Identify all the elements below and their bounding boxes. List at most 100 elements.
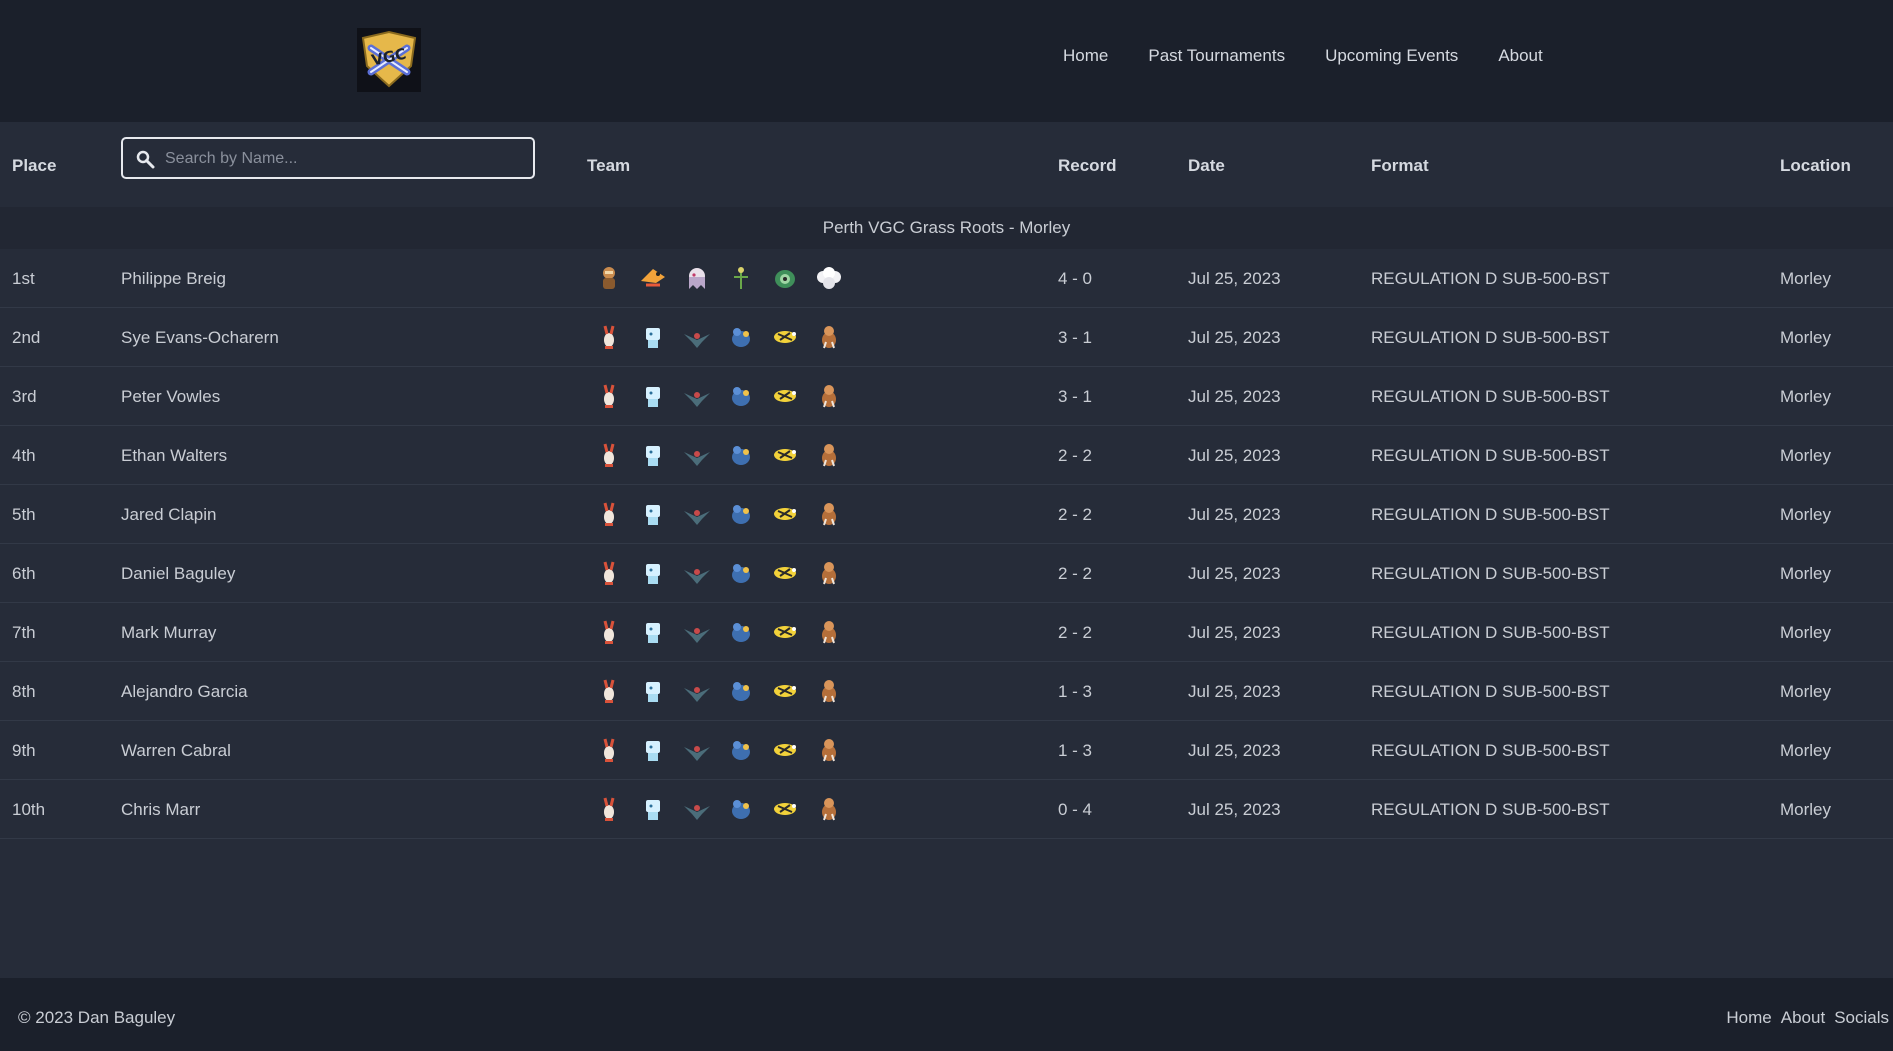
yellow-bee-icon[interactable] <box>770 499 800 529</box>
ice-block-icon[interactable] <box>638 322 668 352</box>
row-place: 4th <box>12 446 36 465</box>
nav-past-tournaments[interactable]: Past Tournaments <box>1148 46 1285 66</box>
row-player-name[interactable]: Ethan Walters <box>121 446 227 466</box>
blue-dragon-icon[interactable] <box>726 558 756 588</box>
footer-link-socials[interactable]: Socials <box>1834 1008 1889 1028</box>
header-place[interactable]: Place <box>12 156 56 176</box>
search-input[interactable] <box>163 145 527 173</box>
row-player-name[interactable]: Daniel Baguley <box>121 564 235 584</box>
table-row[interactable]: 8th Alejandro Garcia 1 - 3 Jul 25, 2023 REGU… <box>0 662 1893 721</box>
brown-beast-icon[interactable] <box>814 558 844 588</box>
steel-bird-icon[interactable] <box>682 735 712 765</box>
row-record: 2 - 2 <box>1058 564 1093 583</box>
nav-home[interactable]: Home <box>1063 46 1108 66</box>
row-player-name[interactable]: Chris Marr <box>121 800 200 820</box>
row-place: 8th <box>12 682 36 701</box>
header-format[interactable]: Format <box>1371 156 1429 176</box>
table-row[interactable]: 7th Mark Murray 2 - 2 Jul 25, 2023 REGULATIO… <box>0 603 1893 662</box>
footer-link-home[interactable]: Home <box>1726 1008 1771 1028</box>
blue-dragon-icon[interactable] <box>726 322 756 352</box>
steel-bird-icon[interactable] <box>682 794 712 824</box>
table-row[interactable]: 10th Chris Marr 0 - 4 Jul 25, 2023 REGULATIO… <box>0 780 1893 839</box>
steel-bird-icon[interactable] <box>682 499 712 529</box>
red-rabbit-icon[interactable] <box>594 499 624 529</box>
yellow-bee-icon[interactable] <box>770 676 800 706</box>
row-player-name[interactable]: Peter Vowles <box>121 387 220 407</box>
steel-bird-icon[interactable] <box>682 676 712 706</box>
yellow-bee-icon[interactable] <box>770 735 800 765</box>
white-cloud-icon[interactable] <box>814 263 844 293</box>
steel-bird-icon[interactable] <box>682 558 712 588</box>
blue-dragon-icon[interactable] <box>726 676 756 706</box>
table-row[interactable]: 1st Philippe Breig 4 - 0 Jul 25, 2023 REGULA… <box>0 249 1893 308</box>
yellow-bee-icon[interactable] <box>770 558 800 588</box>
green-stick-icon[interactable] <box>726 263 756 293</box>
red-rabbit-icon[interactable] <box>594 440 624 470</box>
table-row[interactable]: 2nd Sye Evans-Ocharern 3 - 1 Jul 25, 2023 RE… <box>0 308 1893 367</box>
header-location[interactable]: Location <box>1780 156 1851 176</box>
ice-block-icon[interactable] <box>638 558 668 588</box>
red-rabbit-icon[interactable] <box>594 794 624 824</box>
header-record[interactable]: Record <box>1058 156 1117 176</box>
red-rabbit-icon[interactable] <box>594 617 624 647</box>
orange-bird-icon[interactable] <box>638 263 668 293</box>
header-date[interactable]: Date <box>1188 156 1225 176</box>
row-player-name[interactable]: Alejandro Garcia <box>121 682 248 702</box>
steel-bird-icon[interactable] <box>682 381 712 411</box>
steel-bird-icon[interactable] <box>682 322 712 352</box>
blue-dragon-icon[interactable] <box>726 735 756 765</box>
blue-dragon-icon[interactable] <box>726 794 756 824</box>
brown-beast-icon[interactable] <box>814 794 844 824</box>
green-shell-icon[interactable] <box>770 263 800 293</box>
brown-beast-icon[interactable] <box>814 440 844 470</box>
ice-block-icon[interactable] <box>638 676 668 706</box>
table-row[interactable]: 9th Warren Cabral 1 - 3 Jul 25, 2023 REGULAT… <box>0 721 1893 780</box>
yellow-bee-icon[interactable] <box>770 794 800 824</box>
brown-beast-icon[interactable] <box>814 381 844 411</box>
brown-fighter-icon[interactable] <box>594 263 624 293</box>
table-row[interactable]: 3rd Peter Vowles 3 - 1 Jul 25, 2023 REGULATI… <box>0 367 1893 426</box>
ice-block-icon[interactable] <box>638 794 668 824</box>
red-rabbit-icon[interactable] <box>594 558 624 588</box>
blue-dragon-icon[interactable] <box>726 381 756 411</box>
brown-beast-icon[interactable] <box>814 735 844 765</box>
nav-upcoming-events[interactable]: Upcoming Events <box>1325 46 1458 66</box>
ice-block-icon[interactable] <box>638 440 668 470</box>
red-rabbit-icon[interactable] <box>594 735 624 765</box>
search-box[interactable] <box>121 137 535 179</box>
row-player-name[interactable]: Warren Cabral <box>121 741 231 761</box>
ice-block-icon[interactable] <box>638 499 668 529</box>
table-row[interactable]: 6th Daniel Baguley 2 - 2 Jul 25, 2023 REGULA… <box>0 544 1893 603</box>
yellow-bee-icon[interactable] <box>770 617 800 647</box>
red-rabbit-icon[interactable] <box>594 322 624 352</box>
row-location: Morley <box>1780 564 1832 583</box>
red-rabbit-icon[interactable] <box>594 676 624 706</box>
row-player-name[interactable]: Sye Evans-Ocharern <box>121 328 279 348</box>
steel-bird-icon[interactable] <box>682 440 712 470</box>
blue-dragon-icon[interactable] <box>726 440 756 470</box>
ice-block-icon[interactable] <box>638 735 668 765</box>
footer-link-about[interactable]: About <box>1781 1008 1825 1028</box>
nav-about[interactable]: About <box>1498 46 1542 66</box>
row-player-name[interactable]: Jared Clapin <box>121 505 216 525</box>
red-rabbit-icon[interactable] <box>594 381 624 411</box>
brown-beast-icon[interactable] <box>814 676 844 706</box>
brown-beast-icon[interactable] <box>814 617 844 647</box>
table-row[interactable]: 4th Ethan Walters 2 - 2 Jul 25, 2023 REGULAT… <box>0 426 1893 485</box>
yellow-bee-icon[interactable] <box>770 381 800 411</box>
ice-block-icon[interactable] <box>638 617 668 647</box>
row-player-name[interactable]: Philippe Breig <box>121 269 226 289</box>
yellow-bee-icon[interactable] <box>770 322 800 352</box>
blue-dragon-icon[interactable] <box>726 617 756 647</box>
pink-ghost-icon[interactable] <box>682 263 712 293</box>
header-team[interactable]: Team <box>587 156 630 176</box>
ice-block-icon[interactable] <box>638 381 668 411</box>
steel-bird-icon[interactable] <box>682 617 712 647</box>
brown-beast-icon[interactable] <box>814 499 844 529</box>
yellow-bee-icon[interactable] <box>770 440 800 470</box>
table-row[interactable]: 5th Jared Clapin 2 - 2 Jul 25, 2023 REGULATI… <box>0 485 1893 544</box>
row-player-name[interactable]: Mark Murray <box>121 623 216 643</box>
brown-beast-icon[interactable] <box>814 322 844 352</box>
blue-dragon-icon[interactable] <box>726 499 756 529</box>
vgc-logo[interactable]: VGC <box>357 28 421 92</box>
